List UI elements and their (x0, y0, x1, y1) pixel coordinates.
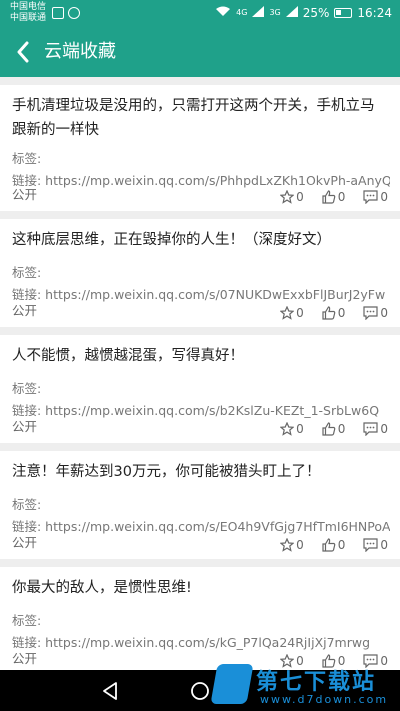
star-button[interactable]: 0 (280, 306, 304, 320)
nav-back-button[interactable] (98, 679, 122, 703)
item-visibility: 公开 (12, 187, 38, 202)
item-link[interactable]: 链接: https://mp.weixin.qq.com/s/PhhpdLxZK… (12, 170, 390, 189)
item-link[interactable]: 链接: https://mp.weixin.qq.com/s/kG_P7lQa2… (12, 632, 390, 651)
triangle-back-icon (103, 682, 117, 700)
comment-button[interactable]: 0 (363, 190, 388, 204)
item-visibility: 公开 (12, 535, 38, 550)
comment-icon (363, 538, 378, 552)
list-item[interactable]: 人不能惯，越惯越混蛋，写得真好！ 标签: 链接: https://mp.weix… (0, 335, 400, 443)
comment-button[interactable]: 0 (363, 306, 388, 320)
star-icon (280, 306, 295, 320)
comment-count: 0 (380, 306, 388, 320)
item-tag: 标签: (12, 381, 42, 396)
item-title: 人不能惯，越惯越混蛋，写得真好！ (12, 348, 244, 364)
comment-icon (363, 422, 378, 436)
headset-icon (68, 7, 80, 19)
battery-percent: 25% (302, 5, 330, 20)
item-actions: 0 0 0 (280, 190, 388, 204)
nav-home-button[interactable] (188, 679, 212, 703)
back-button[interactable] (8, 34, 38, 70)
list-item[interactable]: 手机清理垃圾是没用的，只需打开这两个开关，手机立马跟新的一样快 标签: 链接: … (0, 85, 400, 211)
list-item[interactable]: 这种底层思维，正在毁掉你的人生！（深度好文） 标签: 链接: https://m… (0, 219, 400, 327)
watermark-url: www.d7down.com (260, 693, 389, 706)
item-link[interactable]: 链接: https://mp.weixin.qq.com/s/07NUKDwEx… (12, 284, 390, 303)
comment-icon (363, 306, 378, 320)
item-title: 注意！年薪达到30万元，你可能被猎头盯上了！ (12, 464, 321, 480)
like-count: 0 (337, 306, 346, 320)
like-button[interactable]: 0 (322, 422, 346, 436)
comment-button[interactable]: 0 (363, 538, 388, 552)
item-tag: 标签: (12, 265, 42, 280)
network-type-2: 3G (269, 7, 281, 17)
star-button[interactable]: 0 (280, 190, 304, 204)
star-count: 0 (296, 422, 304, 436)
comment-count: 0 (380, 422, 388, 436)
carrier-1: 中国电信 (10, 2, 47, 12)
star-icon (280, 422, 295, 436)
item-title: 手机清理垃圾是没用的，只需打开这两个开关，手机立马跟新的一样快 (12, 98, 375, 138)
star-count: 0 (296, 306, 304, 320)
star-icon (280, 190, 295, 204)
item-tag: 标签: (12, 497, 42, 512)
list-item[interactable]: 注意！年薪达到30万元，你可能被猎头盯上了！ 标签: 链接: https://m… (0, 451, 400, 559)
comment-count: 0 (380, 190, 388, 204)
like-button[interactable]: 0 (322, 190, 346, 204)
item-visibility: 公开 (12, 651, 38, 666)
item-title: 这种底层思维，正在毁掉你的人生！（深度好文） (12, 232, 331, 248)
page-title: 云端收藏 (44, 41, 116, 62)
item-actions: 0 0 0 (280, 538, 388, 552)
status-bar: 中国电信 中国联通 4G 3G 25% 16:24 (0, 0, 400, 27)
item-tag: 标签: (12, 151, 42, 166)
notification-icon (52, 7, 64, 19)
like-button[interactable]: 0 (322, 306, 346, 320)
thumbs-up-icon (322, 538, 336, 552)
wifi-icon (215, 5, 231, 20)
like-count: 0 (337, 422, 346, 436)
watermark-logo-icon (210, 664, 254, 704)
circle-home-icon (191, 682, 209, 700)
carrier-2: 中国联通 (10, 13, 47, 23)
star-count: 0 (296, 538, 304, 552)
thumbs-up-icon (322, 306, 336, 320)
battery-icon (334, 7, 353, 18)
star-button[interactable]: 0 (280, 422, 304, 436)
star-icon (280, 538, 295, 552)
signal-icon-2 (285, 5, 298, 20)
like-button[interactable]: 0 (322, 538, 346, 552)
watermark-text: 第七下载站 (256, 670, 377, 695)
like-count: 0 (337, 190, 346, 204)
item-actions: 0 0 0 (280, 422, 388, 436)
star-button[interactable]: 0 (280, 538, 304, 552)
watermark: 第七下载站 www.d7down.com (210, 660, 394, 711)
clock: 16:24 (357, 5, 392, 20)
status-right: 4G 3G 25% 16:24 (215, 5, 392, 20)
thumbs-up-icon (322, 422, 336, 436)
list-item[interactable]: 你最大的敌人，是惯性思维! 标签: 链接: https://mp.weixin.… (0, 567, 400, 670)
signal-icon-1 (252, 5, 265, 20)
item-title: 你最大的敌人，是惯性思维! (12, 580, 192, 596)
carrier-info: 中国电信 中国联通 (10, 2, 46, 24)
comment-button[interactable]: 0 (363, 422, 388, 436)
item-link[interactable]: 链接: https://mp.weixin.qq.com/s/EO4h9VfGj… (12, 516, 390, 535)
item-link[interactable]: 链接: https://mp.weixin.qq.com/s/b2KslZu-K… (12, 400, 390, 419)
item-visibility: 公开 (12, 419, 38, 434)
network-type: 4G (236, 7, 248, 17)
chevron-left-icon (17, 41, 29, 63)
comment-count: 0 (380, 538, 388, 552)
thumbs-up-icon (322, 190, 336, 204)
comment-icon (363, 190, 378, 204)
item-visibility: 公开 (12, 303, 38, 318)
favorites-list: 手机清理垃圾是没用的，只需打开这两个开关，手机立马跟新的一样快 标签: 链接: … (0, 77, 400, 670)
star-count: 0 (296, 190, 304, 204)
app-bar: 云端收藏 (0, 27, 400, 77)
item-actions: 0 0 0 (280, 306, 388, 320)
like-count: 0 (337, 538, 346, 552)
item-tag: 标签: (12, 613, 42, 628)
